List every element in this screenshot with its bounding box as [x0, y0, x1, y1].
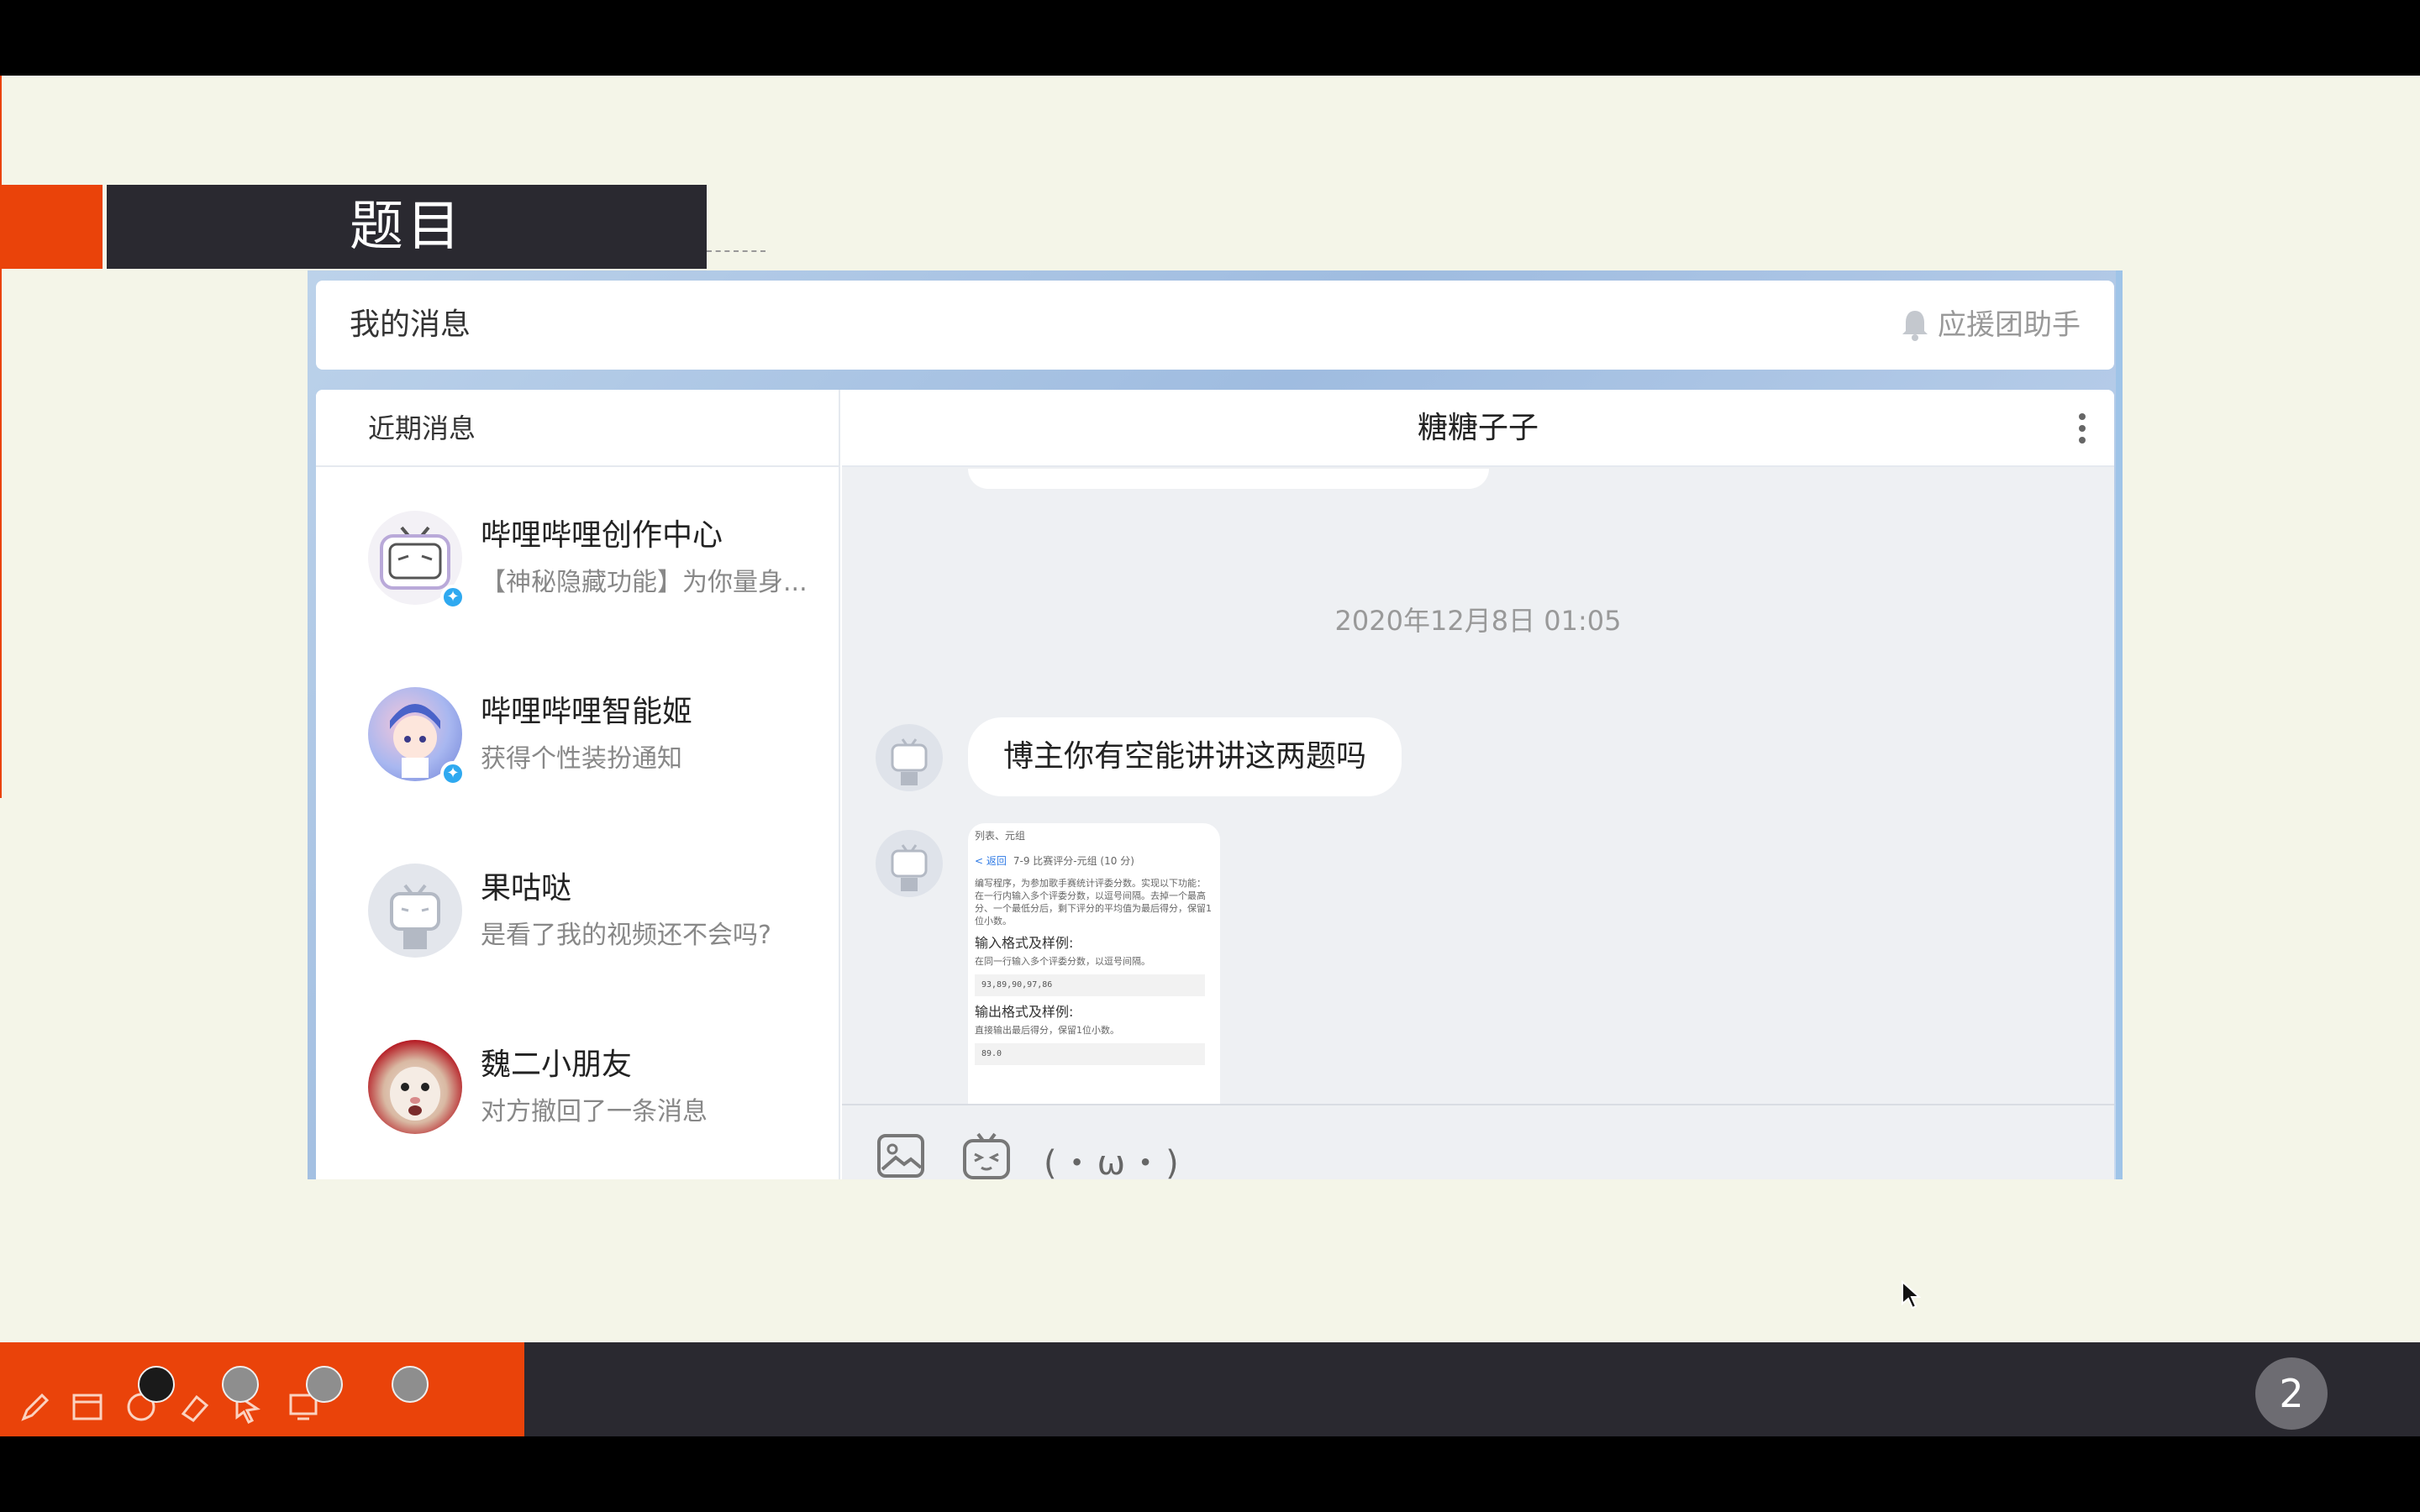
- doc-breadcrumb: 列表、元组: [975, 830, 1026, 842]
- chat-contact-name: 糖糖子子: [1417, 411, 1539, 445]
- message-timestamp: 2020年12月8日 01:05: [1334, 605, 1622, 637]
- title-accent-block: [0, 185, 103, 269]
- sender-avatar: [876, 830, 943, 897]
- image-message[interactable]: 列表、元组 < 返回 7-9 比赛评分-元组 (10 分) 编写程序，为参加歌手…: [968, 823, 1220, 1151]
- conversation-list: 近期消息 ✦ 哔哩哔哩创作中心 【神秘隐藏功能】为你量身... ✦ 哔哩哔哩智能…: [316, 390, 840, 1179]
- title-dash-line: [707, 250, 765, 252]
- pen-icon[interactable]: [17, 1389, 54, 1425]
- doc-problem-title: 7-9 比赛评分-元组 (10 分): [1013, 855, 1134, 867]
- bell-icon: [1902, 311, 1928, 341]
- previous-message-bubble: [968, 469, 1489, 489]
- color-dot-black[interactable]: [138, 1366, 175, 1403]
- fan-assistant-link[interactable]: 应援团助手: [1901, 281, 2081, 370]
- recent-messages-heading: 近期消息: [316, 390, 839, 467]
- mouse-cursor-icon: [1902, 1280, 1921, 1310]
- color-dot-gray[interactable]: [306, 1366, 343, 1403]
- problem-screenshot: 列表、元组 < 返回 7-9 比赛评分-元组 (10 分) 编写程序，为参加歌手…: [975, 828, 1213, 1065]
- messages-header: 我的消息 应援团助手: [316, 281, 2114, 370]
- page-title: 我的消息: [350, 307, 471, 342]
- cat-photo-icon: [390, 1067, 440, 1121]
- doc-back-link: < 返回: [975, 855, 1007, 867]
- conversation-name: 果咕哒: [481, 871, 572, 906]
- sender-avatar: [876, 724, 943, 791]
- default-tv-avatar-icon: [390, 884, 440, 949]
- doc-output-desc: 直接输出最后得分，保留1位小数。: [975, 1025, 1119, 1036]
- emoji-tv-icon[interactable]: [961, 1131, 1012, 1179]
- conversation-name: 哔哩哔哩创作中心: [481, 518, 723, 553]
- slide-title: 题目: [107, 185, 707, 269]
- doc-output-sample: 89.0: [975, 1043, 1205, 1065]
- conversation-item[interactable]: 魏二小朋友 对方撤回了一条消息: [316, 998, 840, 1174]
- page-number: 2: [2255, 1357, 2328, 1430]
- conversation-preview: 获得个性装扮通知: [481, 744, 682, 774]
- official-badge-icon: ✦: [440, 761, 466, 786]
- avatar: [368, 1040, 462, 1134]
- avatar: [368, 864, 462, 958]
- kaomoji-button[interactable]: (・ω・): [1044, 1136, 1182, 1179]
- presentation-slide: 题目 我的消息 应援团助手 近期消息 ✦ 哔哩哔哩创作中心 【神秘隐藏功能】为你…: [0, 76, 2420, 1436]
- conversation-item[interactable]: ✦ 哔哩哔哩智能姬 获得个性装扮通知: [316, 645, 840, 822]
- color-dot-gray[interactable]: [392, 1366, 429, 1403]
- conversation-name: 哔哩哔哩智能姬: [481, 695, 693, 729]
- more-options-icon[interactable]: [2079, 413, 2087, 447]
- slide-left-stripe: [0, 76, 2, 798]
- doc-input-sample: 93,89,90,97,86: [975, 974, 1205, 996]
- whiteboard-icon[interactable]: [69, 1389, 106, 1425]
- doc-input-heading: 输入格式及样例:: [975, 935, 1074, 951]
- chat-toolbar: (・ω・): [842, 1104, 2114, 1179]
- color-dot-gray[interactable]: [222, 1366, 259, 1403]
- messages-screenshot: 我的消息 应援团助手 近期消息 ✦ 哔哩哔哩创作中心 【神秘隐藏功能】为你量身.…: [308, 270, 2123, 1179]
- default-tv-avatar-icon: [891, 738, 928, 785]
- chat-window: 糖糖子子 2020年12月8日 01:05 博主你有空能讲讲这两题吗 列表、元组…: [842, 390, 2114, 1179]
- eraser-icon[interactable]: [176, 1389, 213, 1425]
- default-tv-avatar-icon: [891, 844, 928, 891]
- conversation-item[interactable]: 果咕哒 是看了我的视频还不会吗?: [316, 822, 840, 998]
- doc-input-desc: 在同一行输入多个评委分数，以逗号间隔。: [975, 956, 1150, 967]
- conversation-preview: 对方撤回了一条消息: [481, 1097, 708, 1126]
- chat-header: 糖糖子子: [842, 390, 2114, 467]
- letterbox-top: [0, 0, 2420, 76]
- conversation-preview: 是看了我的视频还不会吗?: [481, 921, 771, 950]
- screenshot-edge: [2116, 270, 2123, 1179]
- conversation-item[interactable]: ✦ 哔哩哔哩创作中心 【神秘隐藏功能】为你量身...: [316, 469, 840, 645]
- slide-control-bar: 2: [0, 1342, 2420, 1436]
- image-upload-icon[interactable]: [876, 1131, 926, 1179]
- conversation-name: 魏二小朋友: [481, 1047, 633, 1082]
- doc-description: 编写程序，为参加歌手赛统计评委分数。实现以下功能：在一行内输入多个评委分数，以逗…: [975, 878, 1212, 927]
- message-bubble: 博主你有空能讲讲这两题吗: [968, 717, 1402, 796]
- official-badge-icon: ✦: [440, 585, 466, 610]
- doc-output-heading: 输出格式及样例:: [975, 1004, 1074, 1020]
- fan-assistant-label: 应援团助手: [1938, 308, 2081, 342]
- messages-panel: 近期消息 ✦ 哔哩哔哩创作中心 【神秘隐藏功能】为你量身... ✦ 哔哩哔哩智能…: [316, 390, 2114, 1179]
- letterbox-bottom: [0, 1436, 2420, 1512]
- conversation-preview: 【神秘隐藏功能】为你量身...: [481, 568, 808, 597]
